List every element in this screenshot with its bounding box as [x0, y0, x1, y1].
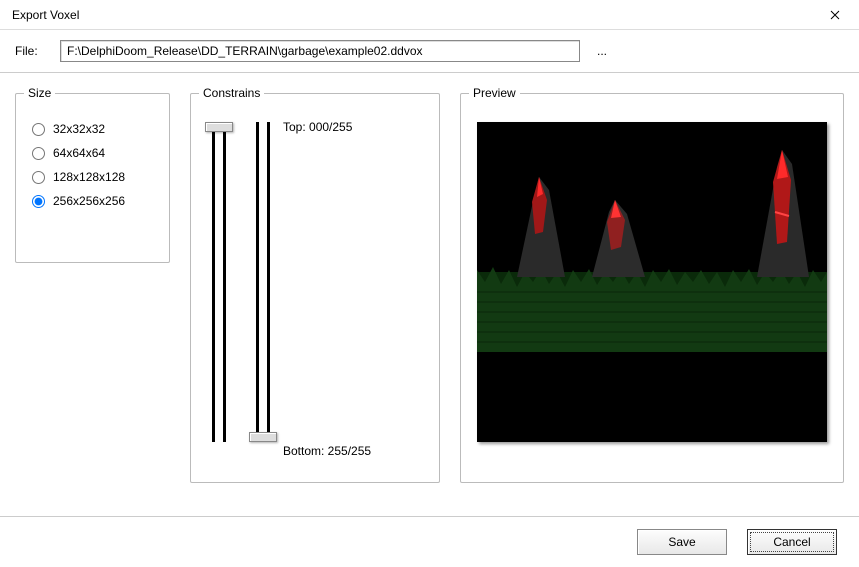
slider-track [256, 122, 270, 442]
size-legend: Size [24, 86, 55, 100]
button-row: Save Cancel [0, 516, 859, 567]
size-option-32[interactable]: 32x32x32 [32, 122, 153, 136]
titlebar: Export Voxel [0, 0, 859, 30]
browse-button[interactable]: ... [595, 44, 609, 58]
close-icon[interactable] [821, 1, 849, 29]
sliders-area [203, 112, 283, 452]
radio-label: 64x64x64 [53, 146, 105, 160]
file-label: File: [15, 44, 45, 58]
export-voxel-window: Export Voxel File: ... Size 32x32x32 64x… [0, 0, 859, 567]
bottom-value-label: Bottom: 255/255 [283, 444, 371, 458]
constrains-legend: Constrains [199, 86, 264, 100]
terrain-vegetation [477, 267, 827, 352]
radio-label: 128x128x128 [53, 170, 125, 184]
top-slider[interactable] [207, 122, 231, 442]
content-area: Size 32x32x32 64x64x64 128x128x128 256x2… [0, 73, 859, 516]
file-row: File: ... [0, 30, 859, 72]
size-option-128[interactable]: 128x128x128 [32, 170, 153, 184]
size-column: Size 32x32x32 64x64x64 128x128x128 256x2… [15, 93, 170, 506]
preview-canvas [477, 122, 827, 442]
size-option-64[interactable]: 64x64x64 [32, 146, 153, 160]
radio-label: 256x256x256 [53, 194, 125, 208]
preview-legend: Preview [469, 86, 520, 100]
slider-track [212, 122, 226, 442]
top-value-label: Top: 000/255 [283, 120, 371, 134]
cancel-button[interactable]: Cancel [747, 529, 837, 555]
constrain-labels: Top: 000/255 Bottom: 255/255 [283, 112, 371, 470]
size-groupbox: Size 32x32x32 64x64x64 128x128x128 256x2… [15, 93, 170, 263]
save-button[interactable]: Save [637, 529, 727, 555]
radio-label: 32x32x32 [53, 122, 105, 136]
window-title: Export Voxel [12, 8, 79, 22]
bottom-slider[interactable] [251, 122, 275, 442]
size-option-256[interactable]: 256x256x256 [32, 194, 153, 208]
radio-256[interactable] [32, 195, 45, 208]
file-path-input[interactable] [60, 40, 580, 62]
slider-thumb[interactable] [249, 432, 277, 442]
preview-groupbox: Preview [460, 93, 844, 483]
radio-32[interactable] [32, 123, 45, 136]
radio-64[interactable] [32, 147, 45, 160]
radio-128[interactable] [32, 171, 45, 184]
constrains-groupbox: Constrains Top: 000/255 Bottom: 255/255 [190, 93, 440, 483]
slider-thumb[interactable] [205, 122, 233, 132]
